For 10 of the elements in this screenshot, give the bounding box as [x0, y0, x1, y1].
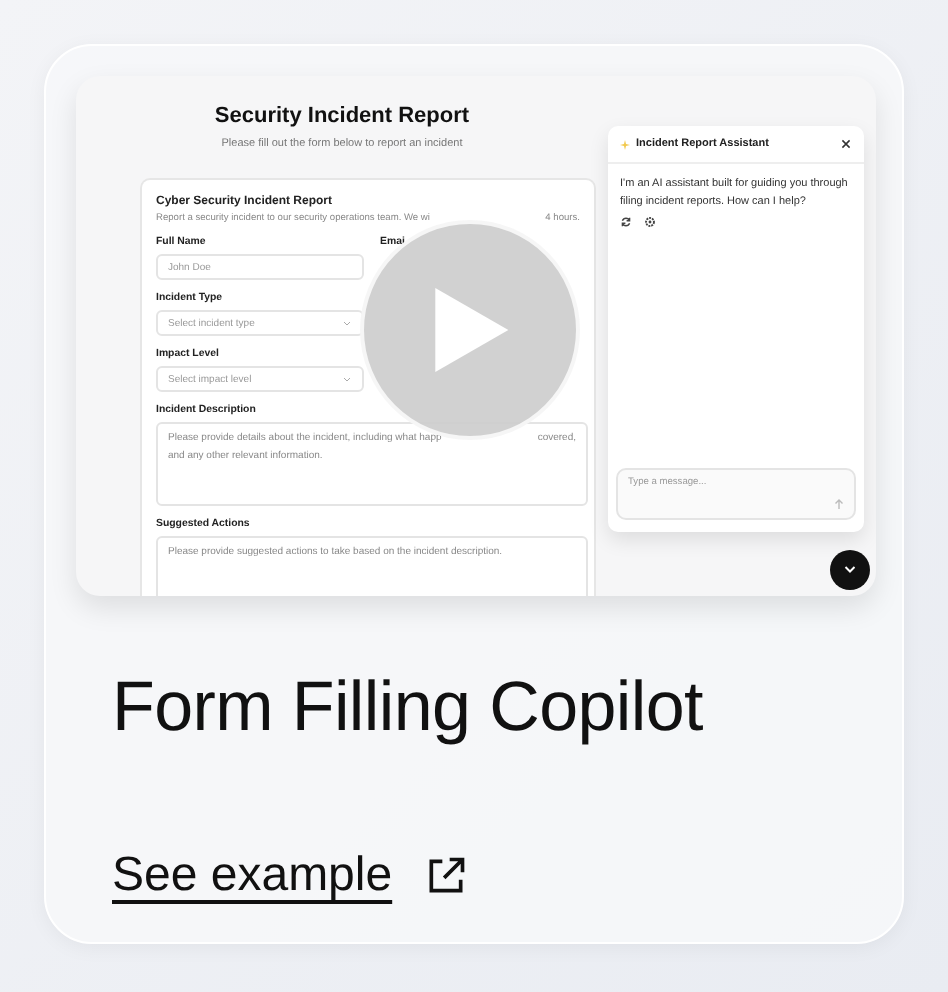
- external-link-icon[interactable]: [424, 854, 469, 898]
- card-title: Form Filling Copilot: [112, 668, 705, 748]
- sparkle-icon: [620, 139, 630, 149]
- refresh-icon[interactable]: [620, 215, 632, 228]
- page-title: Security Incident Report: [214, 104, 470, 128]
- close-icon[interactable]: [840, 138, 852, 150]
- chevron-down-icon: [842, 564, 858, 576]
- gear-icon[interactable]: [644, 215, 656, 228]
- see-example-link[interactable]: See example: [112, 848, 393, 904]
- scroll-down-button[interactable]: [830, 550, 870, 590]
